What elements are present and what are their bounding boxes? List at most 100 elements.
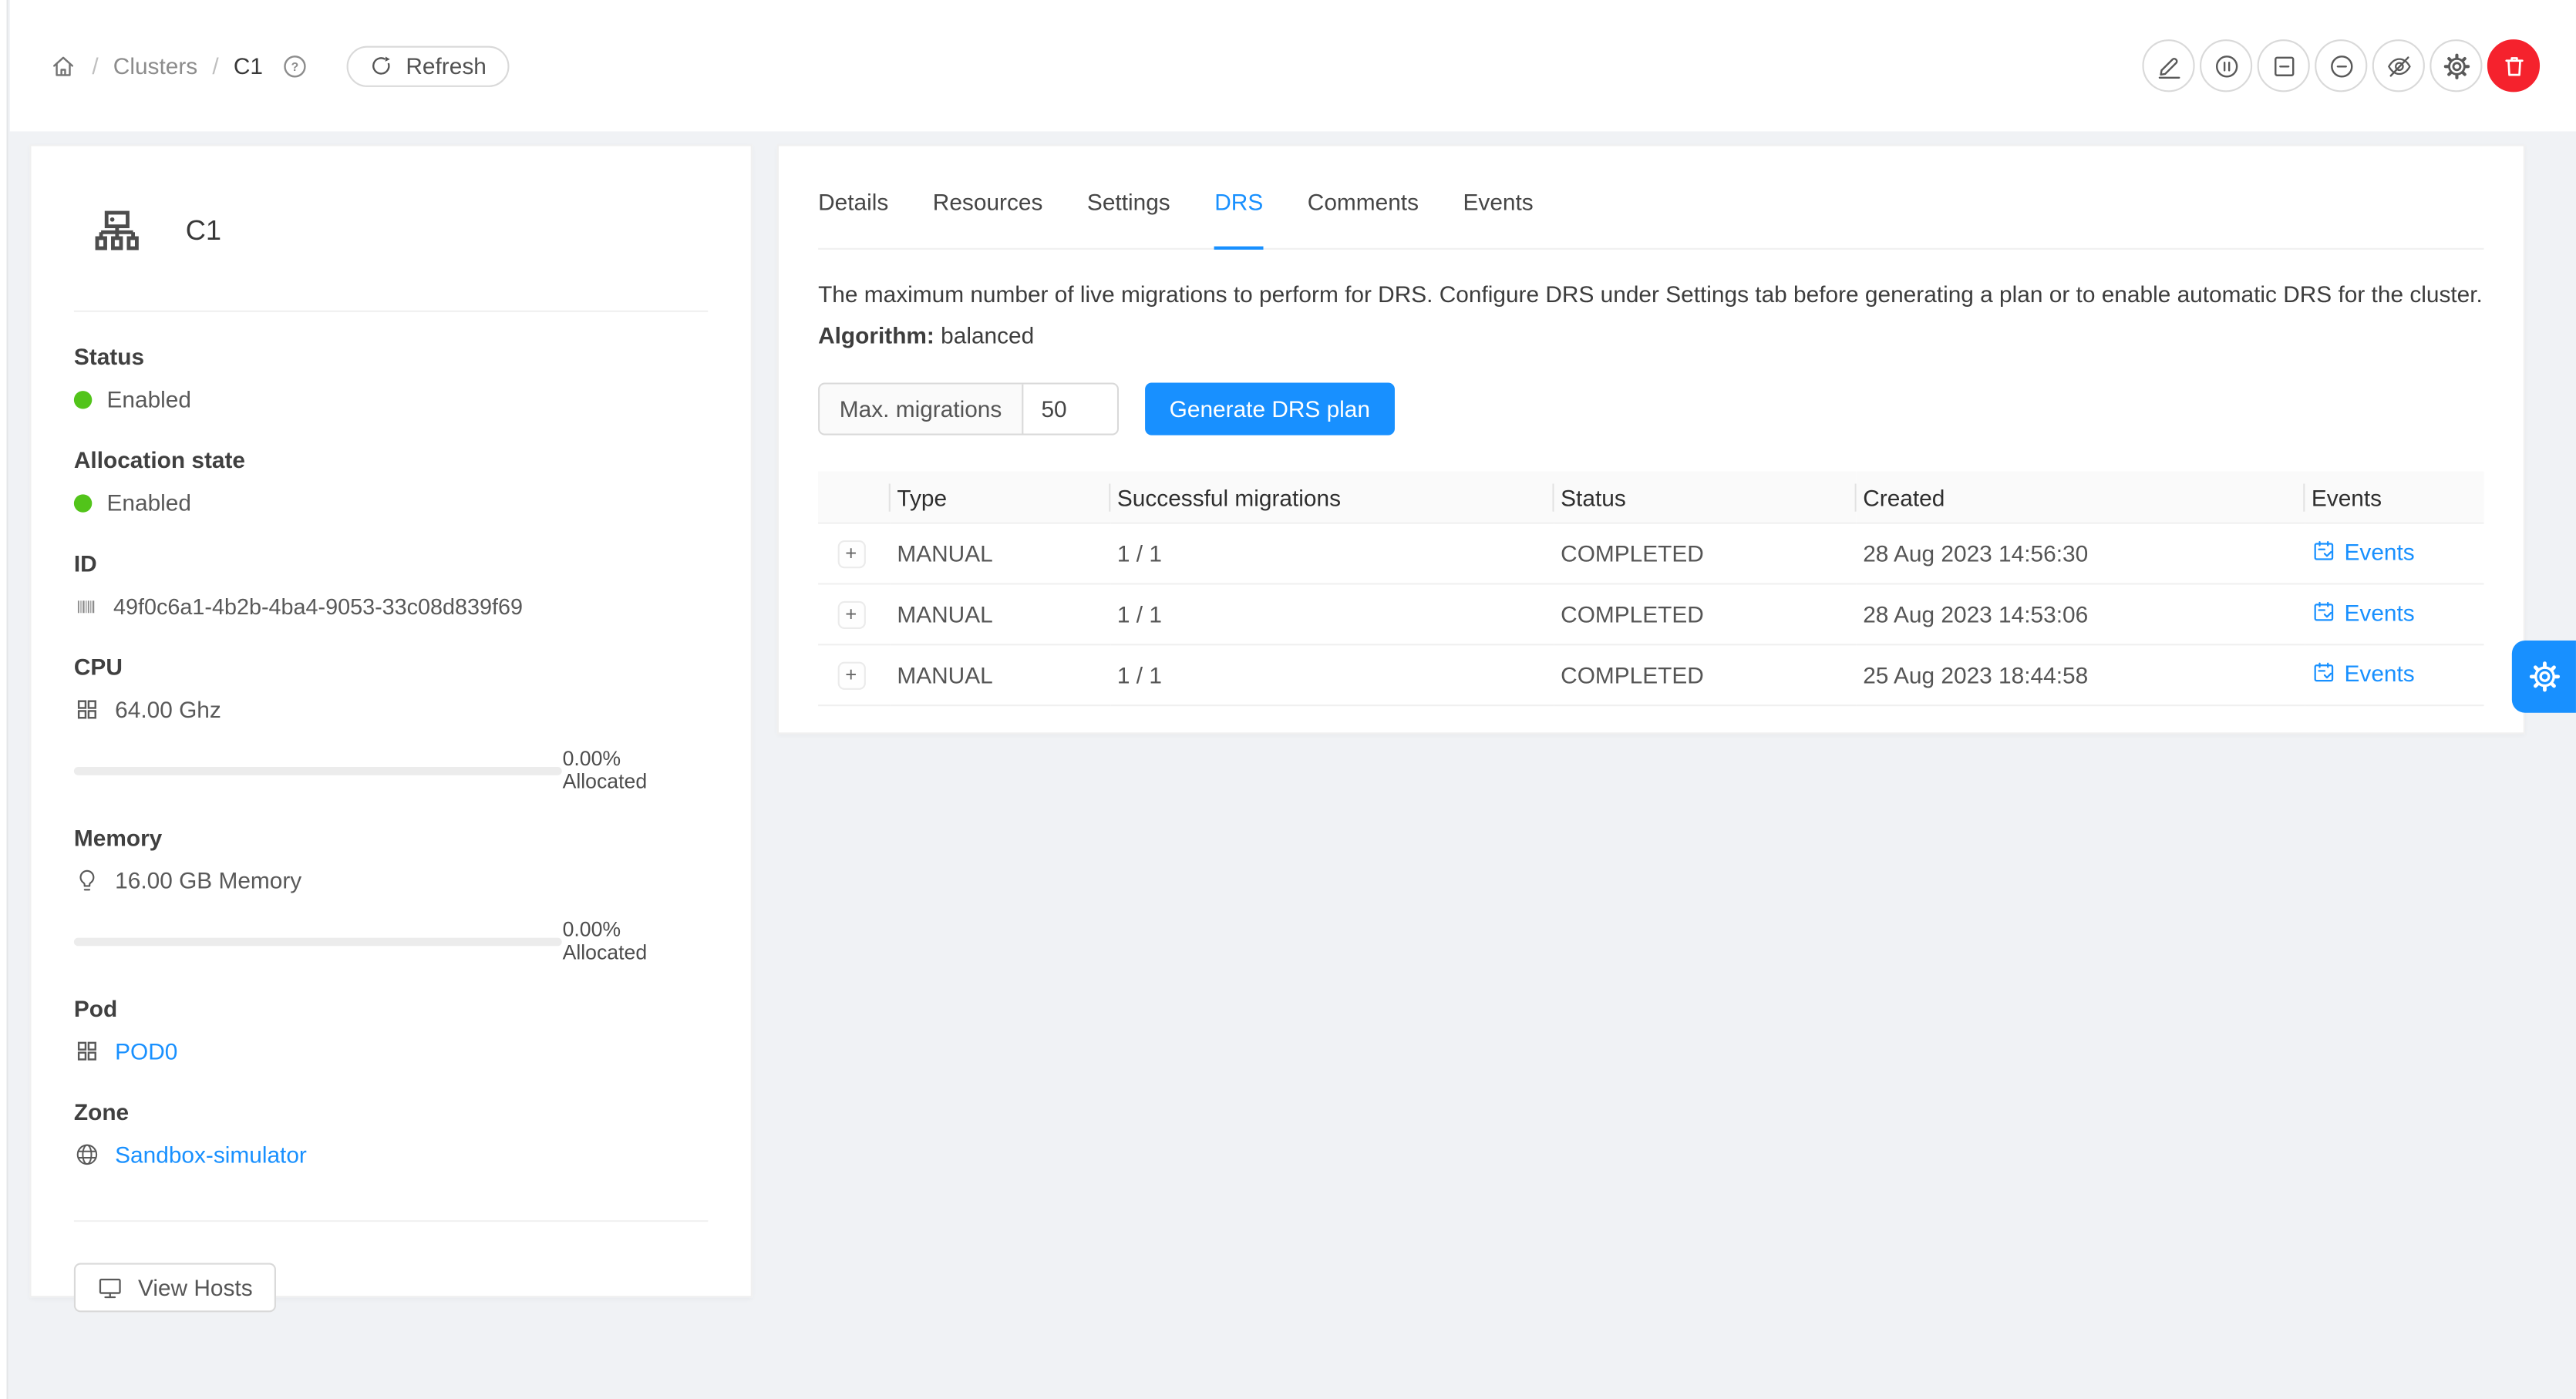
memory-label: Memory xyxy=(74,825,708,851)
id-value: 49f0c6a1-4b2b-4ba4-9053-33c08d839f69 xyxy=(113,594,523,618)
algorithm-value: balanced xyxy=(941,322,1034,348)
collapsed-sidebar[interactable] xyxy=(0,0,8,1399)
drs-controls: Max. migrations Generate DRS plan xyxy=(818,383,2484,436)
divider xyxy=(74,311,708,312)
pod-label: Pod xyxy=(74,995,708,1021)
table-row: + MANUAL 1 / 1 COMPLETED 25 Aug 2023 18:… xyxy=(818,644,2484,705)
cluster-icon xyxy=(90,205,143,257)
tab-details[interactable]: Details xyxy=(818,156,888,247)
tab-drs[interactable]: DRS xyxy=(1214,156,1263,247)
max-migrations-input[interactable] xyxy=(1023,385,1116,434)
edit-button[interactable] xyxy=(2142,39,2194,92)
appstore-icon xyxy=(74,1038,100,1064)
desktop-icon xyxy=(97,1274,123,1300)
tab-events[interactable]: Events xyxy=(1463,156,1534,247)
home-icon[interactable] xyxy=(49,52,77,79)
generate-drs-plan-button[interactable]: Generate DRS plan xyxy=(1145,383,1395,436)
calendar-check-icon xyxy=(2312,600,2336,624)
drs-plan-table: Type Successful migrations Status Create… xyxy=(818,472,2484,706)
eye-invisible-icon xyxy=(2385,52,2413,79)
cell-status: COMPLETED xyxy=(1554,644,1857,705)
view-hosts-label: View Hosts xyxy=(138,1274,253,1300)
events-column-header: Events xyxy=(2305,472,2483,523)
allocation-state-label: Allocation state xyxy=(74,447,708,473)
cluster-info-card: C1 Status Enabled Allocation state Enabl… xyxy=(29,145,753,1298)
drs-description: The maximum number of live migrations to… xyxy=(818,277,2484,311)
row-events-link[interactable]: Events xyxy=(2312,538,2415,564)
id-section: ID 49f0c6a1-4b2b-4ba4-9053-33c08d839f69 xyxy=(74,550,708,623)
drs-algorithm: Algorithm: balanced xyxy=(818,322,2484,348)
pause-button[interactable] xyxy=(2200,39,2252,92)
project-settings-button[interactable] xyxy=(2512,641,2576,713)
cluster-head: C1 xyxy=(90,199,708,264)
cell-type: MANUAL xyxy=(891,644,1111,705)
question-circle-icon[interactable] xyxy=(281,52,308,79)
header-actions xyxy=(2142,39,2540,92)
row-events-link[interactable]: Events xyxy=(2312,599,2415,625)
tab-resources[interactable]: Resources xyxy=(933,156,1043,247)
zone-label: Zone xyxy=(74,1098,708,1125)
memory-progress: 0.00% Allocated xyxy=(74,918,708,964)
barcode-icon xyxy=(74,594,99,618)
globe-icon xyxy=(74,1142,100,1168)
settings-button[interactable] xyxy=(2430,39,2482,92)
app-root: / Clusters / C1 Refresh C1 xyxy=(0,0,2576,1399)
cell-created: 28 Aug 2023 14:56:30 xyxy=(1857,523,2305,583)
gear-icon xyxy=(2442,52,2470,79)
table-row: + MANUAL 1 / 1 COMPLETED 28 Aug 2023 14:… xyxy=(818,523,2484,583)
pod-link[interactable]: POD0 xyxy=(115,1038,177,1064)
memory-value: 16.00 GB Memory xyxy=(115,867,301,893)
view-hosts-button[interactable]: View Hosts xyxy=(74,1263,276,1313)
refresh-label: Refresh xyxy=(406,52,486,79)
table-header-row: Type Successful migrations Status Create… xyxy=(818,472,2484,523)
calendar-check-icon xyxy=(2312,661,2336,685)
cell-migrations: 1 / 1 xyxy=(1110,523,1554,583)
cell-created: 28 Aug 2023 14:53:06 xyxy=(1857,583,2305,644)
expand-column-header xyxy=(818,472,891,523)
allocation-state-section: Allocation state Enabled xyxy=(74,447,708,520)
allocation-state-dot xyxy=(74,493,92,511)
breadcrumb-clusters[interactable]: Clusters xyxy=(113,52,197,79)
cluster-detail-card: Details Resources Settings DRS Comments … xyxy=(777,145,2525,735)
cpu-allocated-label: 0.00% Allocated xyxy=(563,747,709,793)
disable-button[interactable] xyxy=(2315,39,2367,92)
tab-bar: Details Resources Settings DRS Comments … xyxy=(818,146,2484,250)
cell-created: 25 Aug 2023 18:44:58 xyxy=(1857,644,2305,705)
row-events-link[interactable]: Events xyxy=(2312,660,2415,686)
cluster-title: C1 xyxy=(186,215,221,248)
created-column-header: Created xyxy=(1857,472,2305,523)
expand-row-button[interactable]: + xyxy=(837,661,865,689)
pod-section: Pod POD0 xyxy=(74,995,708,1068)
calendar-check-icon xyxy=(2312,539,2336,563)
cell-type: MANUAL xyxy=(891,583,1111,644)
status-dot xyxy=(74,390,92,408)
status-value: Enabled xyxy=(106,386,190,412)
reload-icon xyxy=(370,54,393,77)
pause-circle-icon xyxy=(2212,52,2240,79)
breadcrumb-separator: / xyxy=(92,52,98,79)
memory-section: Memory 16.00 GB Memory 0.00% Allocated xyxy=(74,825,708,964)
expand-row-button[interactable]: + xyxy=(837,540,865,567)
breadcrumb-current: C1 xyxy=(234,52,263,79)
divider xyxy=(74,1220,708,1222)
cpu-label: CPU xyxy=(74,654,708,680)
delete-button[interactable] xyxy=(2487,39,2540,92)
memory-allocated-label: 0.00% Allocated xyxy=(563,918,709,964)
zone-link[interactable]: Sandbox-simulator xyxy=(115,1142,307,1168)
zone-section: Zone Sandbox-simulator xyxy=(74,1098,708,1171)
max-migrations-label: Max. migrations xyxy=(820,385,1023,434)
unmanage-button[interactable] xyxy=(2258,39,2310,92)
bulb-icon xyxy=(74,867,100,893)
cell-migrations: 1 / 1 xyxy=(1110,644,1554,705)
cell-status: COMPLETED xyxy=(1554,523,1857,583)
table-row: + MANUAL 1 / 1 COMPLETED 28 Aug 2023 14:… xyxy=(818,583,2484,644)
tab-comments[interactable]: Comments xyxy=(1308,156,1419,247)
refresh-button[interactable]: Refresh xyxy=(347,45,510,86)
tab-settings[interactable]: Settings xyxy=(1087,156,1170,247)
status-label: Status xyxy=(74,343,708,369)
hide-button[interactable] xyxy=(2372,39,2425,92)
status-column-header: Status xyxy=(1554,472,1857,523)
expand-row-button[interactable]: + xyxy=(837,600,865,628)
gear-icon xyxy=(2527,661,2561,694)
memory-progress-bar xyxy=(74,937,563,946)
